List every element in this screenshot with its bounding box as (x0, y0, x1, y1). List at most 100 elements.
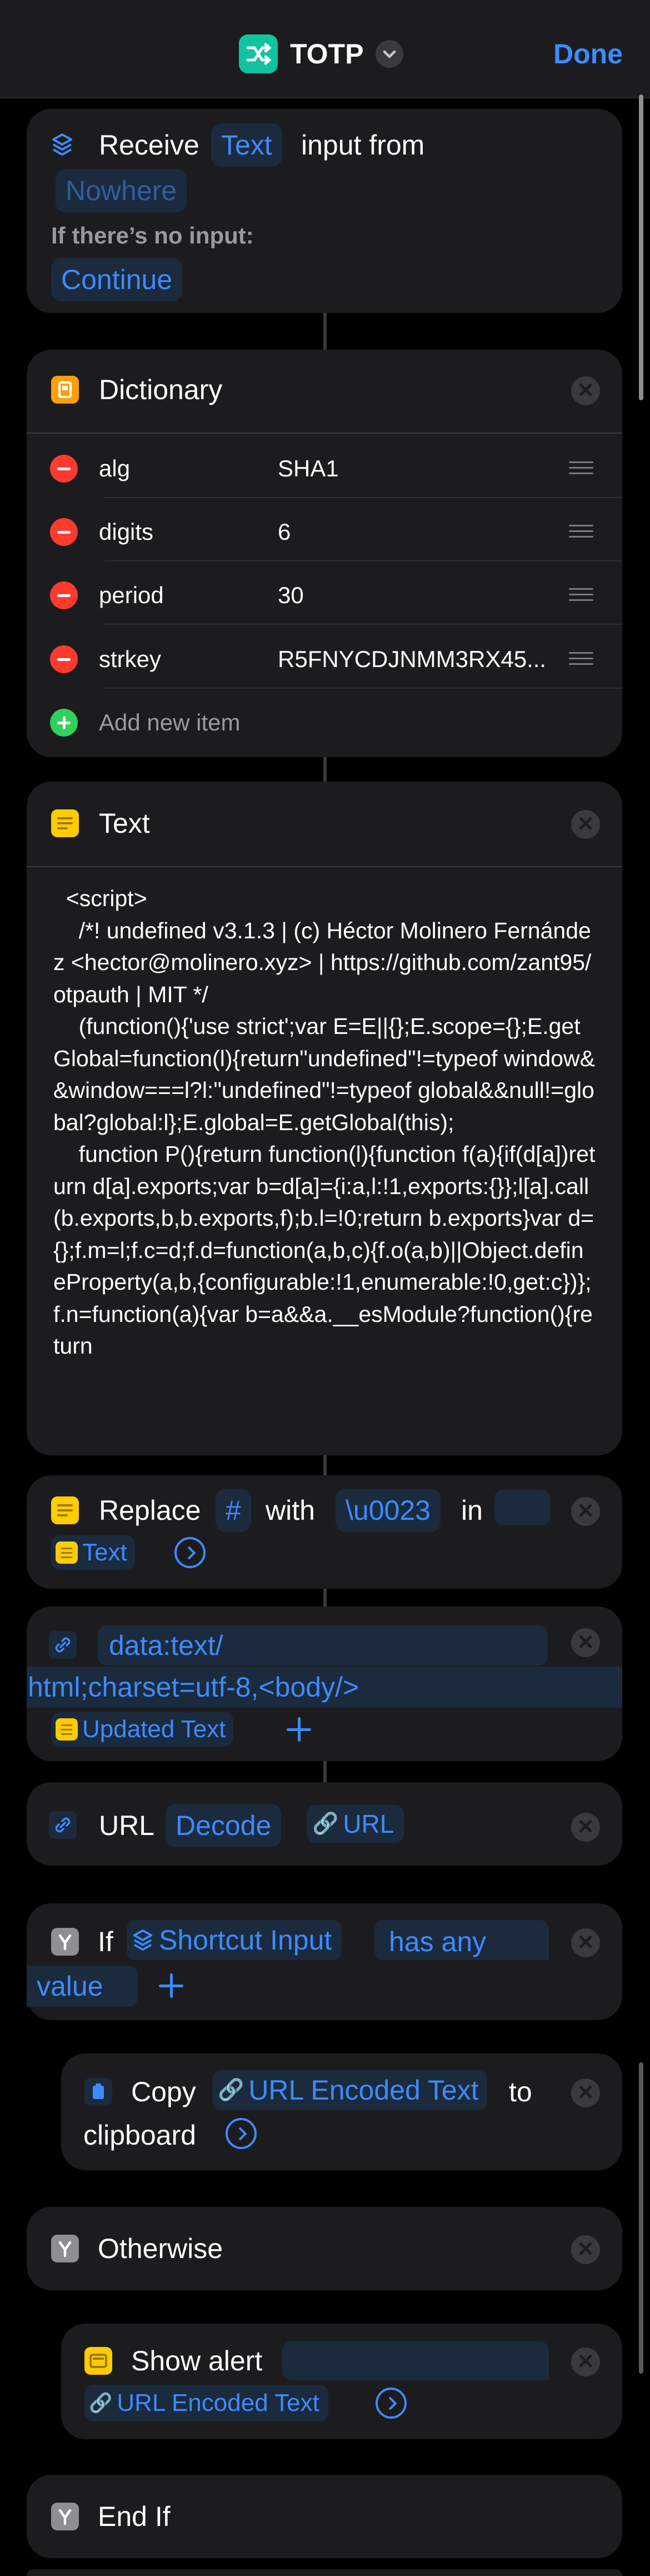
updated-text-variable-token[interactable]: Updated Text (51, 1712, 234, 1747)
expand-options-chevron-icon[interactable] (376, 2388, 407, 2419)
add-variable-plus-icon[interactable] (283, 1714, 314, 1745)
reorder-handle-icon[interactable] (569, 588, 593, 601)
remove-action-close-icon[interactable]: ✕ (571, 1628, 600, 1657)
dictionary-value[interactable]: R5FNYCDJNMM3RX45... (278, 644, 546, 675)
text-content-field[interactable]: <script> /*! undefined v3.1.3 | (c) Héct… (27, 883, 622, 1450)
link-icon: 🔗 (218, 2078, 244, 2102)
remove-action-close-icon[interactable]: ✕ (571, 810, 600, 839)
with-label: with (266, 1495, 315, 1526)
url-variable-label: URL (343, 1809, 394, 1838)
input-source-token[interactable]: Nowhere (56, 169, 187, 212)
row-divider (104, 560, 622, 561)
dictionary-value[interactable]: SHA1 (278, 453, 339, 484)
empty-token-placeholder[interactable] (494, 1490, 550, 1525)
remove-action-close-icon[interactable]: ✕ (571, 1813, 600, 1842)
link-icon: 🔗 (89, 2393, 113, 2414)
clipboard-label: clipboard (83, 2120, 196, 2151)
link-icon (49, 1811, 77, 1839)
divider (27, 432, 622, 434)
target-variable-label: Text (82, 1539, 127, 1566)
branch-icon (51, 2235, 79, 2262)
add-new-item-button[interactable]: Add new item (99, 707, 240, 738)
find-token[interactable]: # (216, 1489, 251, 1532)
remove-action-close-icon[interactable]: ✕ (571, 1497, 600, 1526)
row-divider (104, 624, 622, 625)
dictionary-key[interactable]: digits (99, 516, 153, 548)
url-label: URL (99, 1810, 155, 1841)
delete-item-minus-icon[interactable] (50, 518, 78, 546)
url-encoded-text-token[interactable]: 🔗 URL Encoded Text (212, 2070, 488, 2110)
link-icon: 🔗 (312, 1812, 339, 1836)
remove-action-close-icon[interactable]: ✕ (571, 2078, 600, 2107)
url-encoded-text-token[interactable]: 🔗 URL Encoded Text (84, 2385, 328, 2421)
connector-line (323, 313, 327, 350)
dictionary-key[interactable]: strkey (99, 644, 161, 675)
reorder-handle-icon[interactable] (569, 652, 593, 665)
link-icon (49, 1631, 77, 1659)
updated-text-label: Updated Text (82, 1715, 226, 1743)
in-label: in (461, 1495, 483, 1526)
add-condition-plus-icon[interactable] (156, 1970, 187, 2001)
divider (27, 866, 622, 867)
copy-label: Copy (131, 2076, 196, 2107)
remove-action-close-icon[interactable]: ✕ (571, 376, 600, 405)
scrollbar[interactable] (639, 2062, 643, 2374)
chevron-down-icon[interactable] (376, 40, 403, 68)
to-label: to (509, 2076, 532, 2107)
alert-message-placeholder[interactable] (282, 2341, 549, 2380)
dictionary-key[interactable]: period (99, 580, 164, 611)
app-icon-shuffle-icon[interactable] (239, 34, 278, 73)
reorder-handle-icon[interactable] (569, 461, 593, 475)
branch-icon (51, 2503, 79, 2530)
row-divider (104, 688, 622, 689)
next-action-partial[interactable] (27, 2569, 622, 2576)
done-button[interactable]: Done (553, 34, 623, 73)
input-type-token[interactable]: Text (211, 123, 282, 167)
target-variable-token[interactable]: Text (51, 1535, 135, 1570)
clipboard-icon (84, 2078, 112, 2106)
shortcut-layers-icon (133, 1929, 153, 1951)
url-encoded-text-label: URL Encoded Text (117, 2389, 319, 2416)
remove-action-close-icon[interactable]: ✕ (571, 1928, 600, 1957)
text-lines-icon (51, 1496, 79, 1524)
shortcut-input-label: Shortcut Input (159, 1924, 332, 1956)
alert-icon (84, 2347, 112, 2375)
add-item-plus-icon[interactable] (50, 709, 78, 737)
dictionary-title: Dictionary (99, 374, 223, 405)
expand-options-chevron-icon[interactable] (174, 1537, 206, 1568)
scrollbar[interactable] (639, 95, 643, 400)
url-variable-token[interactable]: 🔗 URL (307, 1805, 404, 1843)
dictionary-key[interactable]: alg (99, 453, 130, 484)
text-lines-icon (56, 1718, 78, 1740)
replace-label: Replace (99, 1495, 201, 1526)
shortcut-title[interactable]: TOTP (290, 34, 363, 73)
delete-item-minus-icon[interactable] (50, 455, 78, 483)
decode-mode-token[interactable]: Decode (166, 1804, 282, 1847)
if-label: If (98, 1926, 113, 1957)
end-if-label: End If (98, 2501, 171, 2532)
condition-part1[interactable]: has any (389, 1922, 486, 1961)
expand-options-chevron-icon[interactable] (226, 2118, 257, 2149)
url-text-line1[interactable]: data:text/ (109, 1626, 223, 1665)
url-text-line2[interactable]: html;charset=utf-8,<body/> (28, 1668, 359, 1707)
connector-line (323, 1455, 327, 1475)
delete-item-minus-icon[interactable] (50, 581, 78, 609)
condition-part2[interactable]: value (37, 1967, 103, 2006)
shortcut-input-token[interactable]: Shortcut Input (127, 1920, 342, 1960)
dictionary-action[interactable] (27, 350, 622, 757)
navigation-bar: TOTP Done (0, 0, 650, 98)
delete-item-minus-icon[interactable] (50, 645, 78, 673)
connector-line (323, 1589, 327, 1607)
replacement-token[interactable]: \u0023 (336, 1489, 441, 1532)
remove-action-close-icon[interactable]: ✕ (571, 2348, 600, 2376)
row-divider (104, 497, 622, 498)
text-lines-icon (56, 1541, 78, 1564)
dictionary-value[interactable]: 30 (278, 580, 304, 611)
input-from-label: input from (301, 130, 425, 161)
reorder-handle-icon[interactable] (569, 525, 593, 538)
shortcut-layers-icon (51, 132, 73, 160)
no-input-action-token[interactable]: Continue (51, 258, 183, 301)
dictionary-value[interactable]: 6 (278, 516, 291, 548)
show-alert-label: Show alert (131, 2345, 263, 2376)
remove-action-close-icon[interactable]: ✕ (571, 2235, 600, 2264)
